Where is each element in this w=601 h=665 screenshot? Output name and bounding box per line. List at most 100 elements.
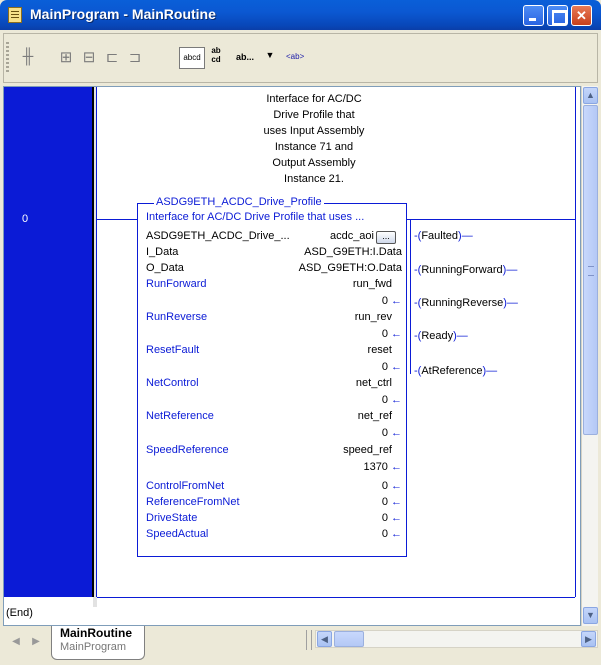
chevron-down-icon[interactable]: ▼ (264, 50, 276, 64)
param-tag: ASD_G9ETH:O.Data (298, 262, 402, 274)
left-power-rail (92, 87, 94, 597)
rung-icon[interactable]: ╫ (18, 48, 38, 68)
param-row[interactable]: I_Data ASD_G9ETH:I.Data (146, 246, 402, 261)
minimize-button[interactable] (523, 5, 544, 26)
text-stack-button[interactable]: ab cd (210, 46, 222, 64)
scroll-right-icon[interactable]: ▶ (581, 631, 596, 647)
scroll-thumb[interactable] (583, 105, 598, 435)
aoi-instance-name: ASDG9ETH_ACDC_Drive_... (146, 230, 290, 242)
output-coil-running-reverse[interactable]: -(RunningReverse)— (414, 297, 554, 309)
param-name: I_Data (146, 246, 179, 258)
param-value: 0 ← (381, 480, 402, 492)
tab-label: MainRoutine (60, 626, 132, 640)
param-row[interactable]: RunForward run_fwd (146, 278, 402, 293)
stack-bottom-label: cd (211, 55, 221, 64)
param-tag: ASD_G9ETH:I.Data (304, 246, 402, 258)
branch-level-icon[interactable]: ⊟ (79, 48, 99, 68)
param-value-row[interactable]: 0 ← (146, 295, 402, 310)
param-value: 0 ← (381, 295, 402, 307)
rung-number[interactable]: 0 (22, 213, 28, 225)
param-name: NetReference (146, 410, 214, 422)
param-name: RunReverse (146, 311, 208, 323)
aoi-name: ASDG9ETH_ACDC_Drive_Profile (154, 196, 324, 208)
param-name: DriveState (146, 512, 198, 524)
param-name: ResetFault (146, 344, 200, 356)
param-name: ReferenceFromNet (146, 496, 240, 508)
param-value: 0 ← (381, 512, 402, 524)
param-row[interactable]: NetReference net_ref (146, 410, 402, 425)
param-value: 0 ← (381, 528, 402, 540)
contact-icon[interactable]: ⊏ (102, 48, 122, 68)
param-row[interactable]: SpeedActual 0 ← (146, 528, 402, 543)
horizontal-scrollbar[interactable]: ◀ ▶ (315, 630, 598, 648)
param-row[interactable]: O_Data ASD_G9ETH:O.Data (146, 262, 402, 277)
aoi-instruction-block[interactable]: ASDG9ETH_ACDC_Drive_Profile Interface fo… (137, 196, 407, 557)
param-value-row[interactable]: 0 ← (146, 328, 402, 343)
param-row[interactable]: ResetFault reset (146, 344, 402, 359)
tab-mainroutine[interactable]: MainRoutine MainProgram (51, 626, 145, 660)
param-tag: run_rev (354, 311, 392, 323)
text-abcd-button[interactable]: abcd (179, 47, 205, 69)
param-value-row[interactable]: 0 ← (146, 394, 402, 409)
rung-wire-right (407, 219, 575, 220)
param-value: 0 ← (381, 394, 402, 406)
param-name: O_Data (146, 262, 184, 274)
hscroll-thumb[interactable] (334, 631, 364, 647)
maximize-button[interactable] (547, 5, 568, 26)
param-row[interactable]: ReferenceFromNet 0 ← (146, 496, 402, 511)
title-bar: MainProgram - MainRoutine ✕ (0, 0, 601, 30)
param-row[interactable]: RunReverse run_rev (146, 311, 402, 326)
param-value: 0 ← (381, 496, 402, 508)
aoi-instance-tag: acdc_aoi (329, 230, 374, 242)
ladder-editor[interactable]: 0 (End) Interface for AC/DC Drive Profil… (3, 86, 581, 626)
param-name: NetControl (146, 377, 199, 389)
param-row[interactable]: DriveState 0 ← (146, 512, 402, 527)
close-button[interactable]: ✕ (571, 5, 592, 26)
window-title: MainProgram - MainRoutine (30, 6, 216, 22)
param-value-row[interactable]: 1370 ← (146, 461, 402, 476)
coil-icon[interactable]: ⊐ (125, 48, 145, 68)
output-coil-ready[interactable]: -(Ready)— (414, 330, 554, 342)
end-rung-label[interactable]: (End) (6, 607, 33, 619)
tab-next-icon[interactable]: ▶ (29, 630, 43, 654)
scroll-up-icon[interactable]: ▲ (583, 87, 598, 104)
ab-tag-button[interactable]: <ab> (286, 52, 304, 61)
splitter-handle[interactable] (306, 630, 312, 650)
rung-margin (4, 87, 92, 597)
scroll-down-icon[interactable]: ▼ (583, 607, 598, 624)
param-tag: run_fwd (352, 278, 392, 290)
param-value: 0 ← (381, 328, 402, 340)
param-tag: reset (367, 344, 392, 356)
toolbar-grip[interactable] (6, 42, 9, 74)
rung-comment[interactable]: Interface for AC/DC Drive Profile that u… (234, 91, 394, 187)
param-value: 0 ← (381, 427, 402, 439)
tab-sublabel: MainProgram (60, 641, 127, 653)
param-row[interactable]: NetControl net_ctrl (146, 377, 402, 392)
right-power-rail (575, 87, 576, 597)
tab-prev-icon[interactable]: ◀ (9, 630, 23, 654)
tab-strip: ◀ ▶ MainRoutine MainProgram ◀ ▶ (3, 626, 598, 662)
routine-icon (8, 7, 22, 23)
branch-icon[interactable]: ⊞ (56, 48, 76, 68)
param-tag: net_ref (357, 410, 392, 422)
param-value: 1370 ← (363, 461, 402, 473)
param-name: ControlFromNet (146, 480, 225, 492)
output-coil-faulted[interactable]: -(Faulted)— (414, 230, 554, 242)
end-rung-wire (97, 597, 575, 598)
vertical-scrollbar[interactable]: ▲ ▼ (581, 86, 598, 626)
param-value-row[interactable]: 0 ← (146, 361, 402, 376)
param-tag: net_ctrl (355, 377, 392, 389)
output-coil-running-forward[interactable]: -(RunningForward)— (414, 264, 554, 276)
param-row[interactable]: ControlFromNet 0 ← (146, 480, 402, 495)
ellipsis-button[interactable]: ... (376, 231, 396, 244)
output-coil-at-reference[interactable]: -(AtReference)— (414, 365, 554, 377)
ladder-toolbar: ╫ ⊞ ⊟ ⊏ ⊐ abcd ab cd ab... ▼ <ab> (3, 33, 598, 83)
param-name: SpeedActual (146, 528, 209, 540)
output-branch (410, 219, 411, 374)
scroll-left-icon[interactable]: ◀ (317, 631, 332, 647)
text-dropdown[interactable]: ab... (236, 52, 254, 62)
param-row[interactable]: SpeedReference speed_ref (146, 444, 402, 459)
param-value-row[interactable]: 0 ← (146, 427, 402, 442)
rung-wire-left (97, 219, 137, 220)
aoi-instance-row[interactable]: ASDG9ETH_ACDC_Drive_... acdc_aoi (146, 230, 402, 245)
